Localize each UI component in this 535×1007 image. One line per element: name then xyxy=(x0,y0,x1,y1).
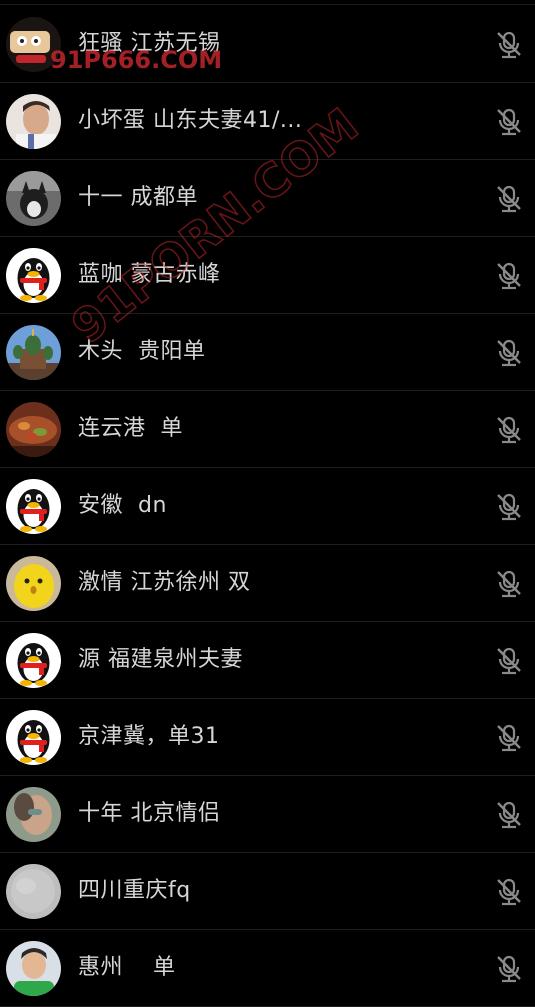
member-name: 激情 江苏徐州 双 xyxy=(78,570,251,595)
member-row[interactable]: 木头 贵阳单 xyxy=(0,314,535,391)
microphone-muted-icon[interactable] xyxy=(494,646,524,676)
member-row[interactable]: 四川重庆fq xyxy=(0,853,535,930)
member-row[interactable]: 小坏蛋 山东夫妻41/... xyxy=(0,83,535,160)
voice-room-member-list: 狂骚 江苏无锡 小坏蛋 山东夫妻41/... 十一 成都单 蓝咖 蒙古赤峰 木头… xyxy=(0,6,535,1007)
gray-blank-avatar[interactable] xyxy=(6,864,61,919)
microphone-muted-icon[interactable] xyxy=(494,877,524,907)
microphone-muted-icon[interactable] xyxy=(494,184,524,214)
qq-penguin-avatar[interactable] xyxy=(6,479,61,534)
member-name: 蓝咖 蒙古赤峰 xyxy=(78,262,221,287)
microphone-muted-icon[interactable] xyxy=(494,800,524,830)
microphone-muted-icon[interactable] xyxy=(494,954,524,984)
member-row[interactable]: 安徽 dn xyxy=(0,468,535,545)
member-name: 连云港 单 xyxy=(78,416,183,441)
member-name: 安徽 dn xyxy=(78,493,167,518)
member-row[interactable]: 京津冀，单31 xyxy=(0,699,535,776)
microphone-muted-icon[interactable] xyxy=(494,569,524,599)
microphone-muted-icon[interactable] xyxy=(494,338,524,368)
face-photo-avatar[interactable] xyxy=(6,787,61,842)
man-photo-avatar[interactable] xyxy=(6,94,61,149)
qq-penguin-avatar[interactable] xyxy=(6,633,61,688)
member-name: 小坏蛋 山东夫妻41/... xyxy=(78,108,303,133)
qq-penguin-avatar[interactable] xyxy=(6,248,61,303)
cartoon-logo-avatar[interactable] xyxy=(6,17,61,72)
yellow-toy-avatar[interactable] xyxy=(6,556,61,611)
top-divider xyxy=(0,0,535,5)
microphone-muted-icon[interactable] xyxy=(494,492,524,522)
microphone-muted-icon[interactable] xyxy=(494,415,524,445)
microphone-muted-icon[interactable] xyxy=(494,30,524,60)
microphone-muted-icon[interactable] xyxy=(494,107,524,137)
member-name: 十一 成都单 xyxy=(78,185,198,210)
member-row[interactable]: 十年 北京情侣 xyxy=(0,776,535,853)
cat-photo-avatar[interactable] xyxy=(6,171,61,226)
member-row[interactable]: 激情 江苏徐州 双 xyxy=(0,545,535,622)
member-row[interactable]: 狂骚 江苏无锡 xyxy=(0,6,535,83)
man-green-shirt-avatar[interactable] xyxy=(6,941,61,996)
member-name: 十年 北京情侣 xyxy=(78,801,221,826)
member-name: 木头 贵阳单 xyxy=(78,339,206,364)
member-name: 狂骚 江苏无锡 xyxy=(78,31,221,56)
microphone-muted-icon[interactable] xyxy=(494,261,524,291)
member-row[interactable]: 源 福建泉州夫妻 xyxy=(0,622,535,699)
member-row[interactable]: 十一 成都单 xyxy=(0,160,535,237)
qq-penguin-avatar[interactable] xyxy=(6,710,61,765)
member-row[interactable]: 惠州 单 xyxy=(0,930,535,1007)
member-row[interactable]: 连云港 单 xyxy=(0,391,535,468)
church-photo-avatar[interactable] xyxy=(6,325,61,380)
food-photo-avatar[interactable] xyxy=(6,402,61,457)
member-name: 京津冀，单31 xyxy=(78,724,220,749)
member-name: 四川重庆fq xyxy=(78,878,191,903)
member-row[interactable]: 蓝咖 蒙古赤峰 xyxy=(0,237,535,314)
microphone-muted-icon[interactable] xyxy=(494,723,524,753)
member-name: 源 福建泉州夫妻 xyxy=(78,647,243,672)
member-name: 惠州 单 xyxy=(78,955,176,980)
